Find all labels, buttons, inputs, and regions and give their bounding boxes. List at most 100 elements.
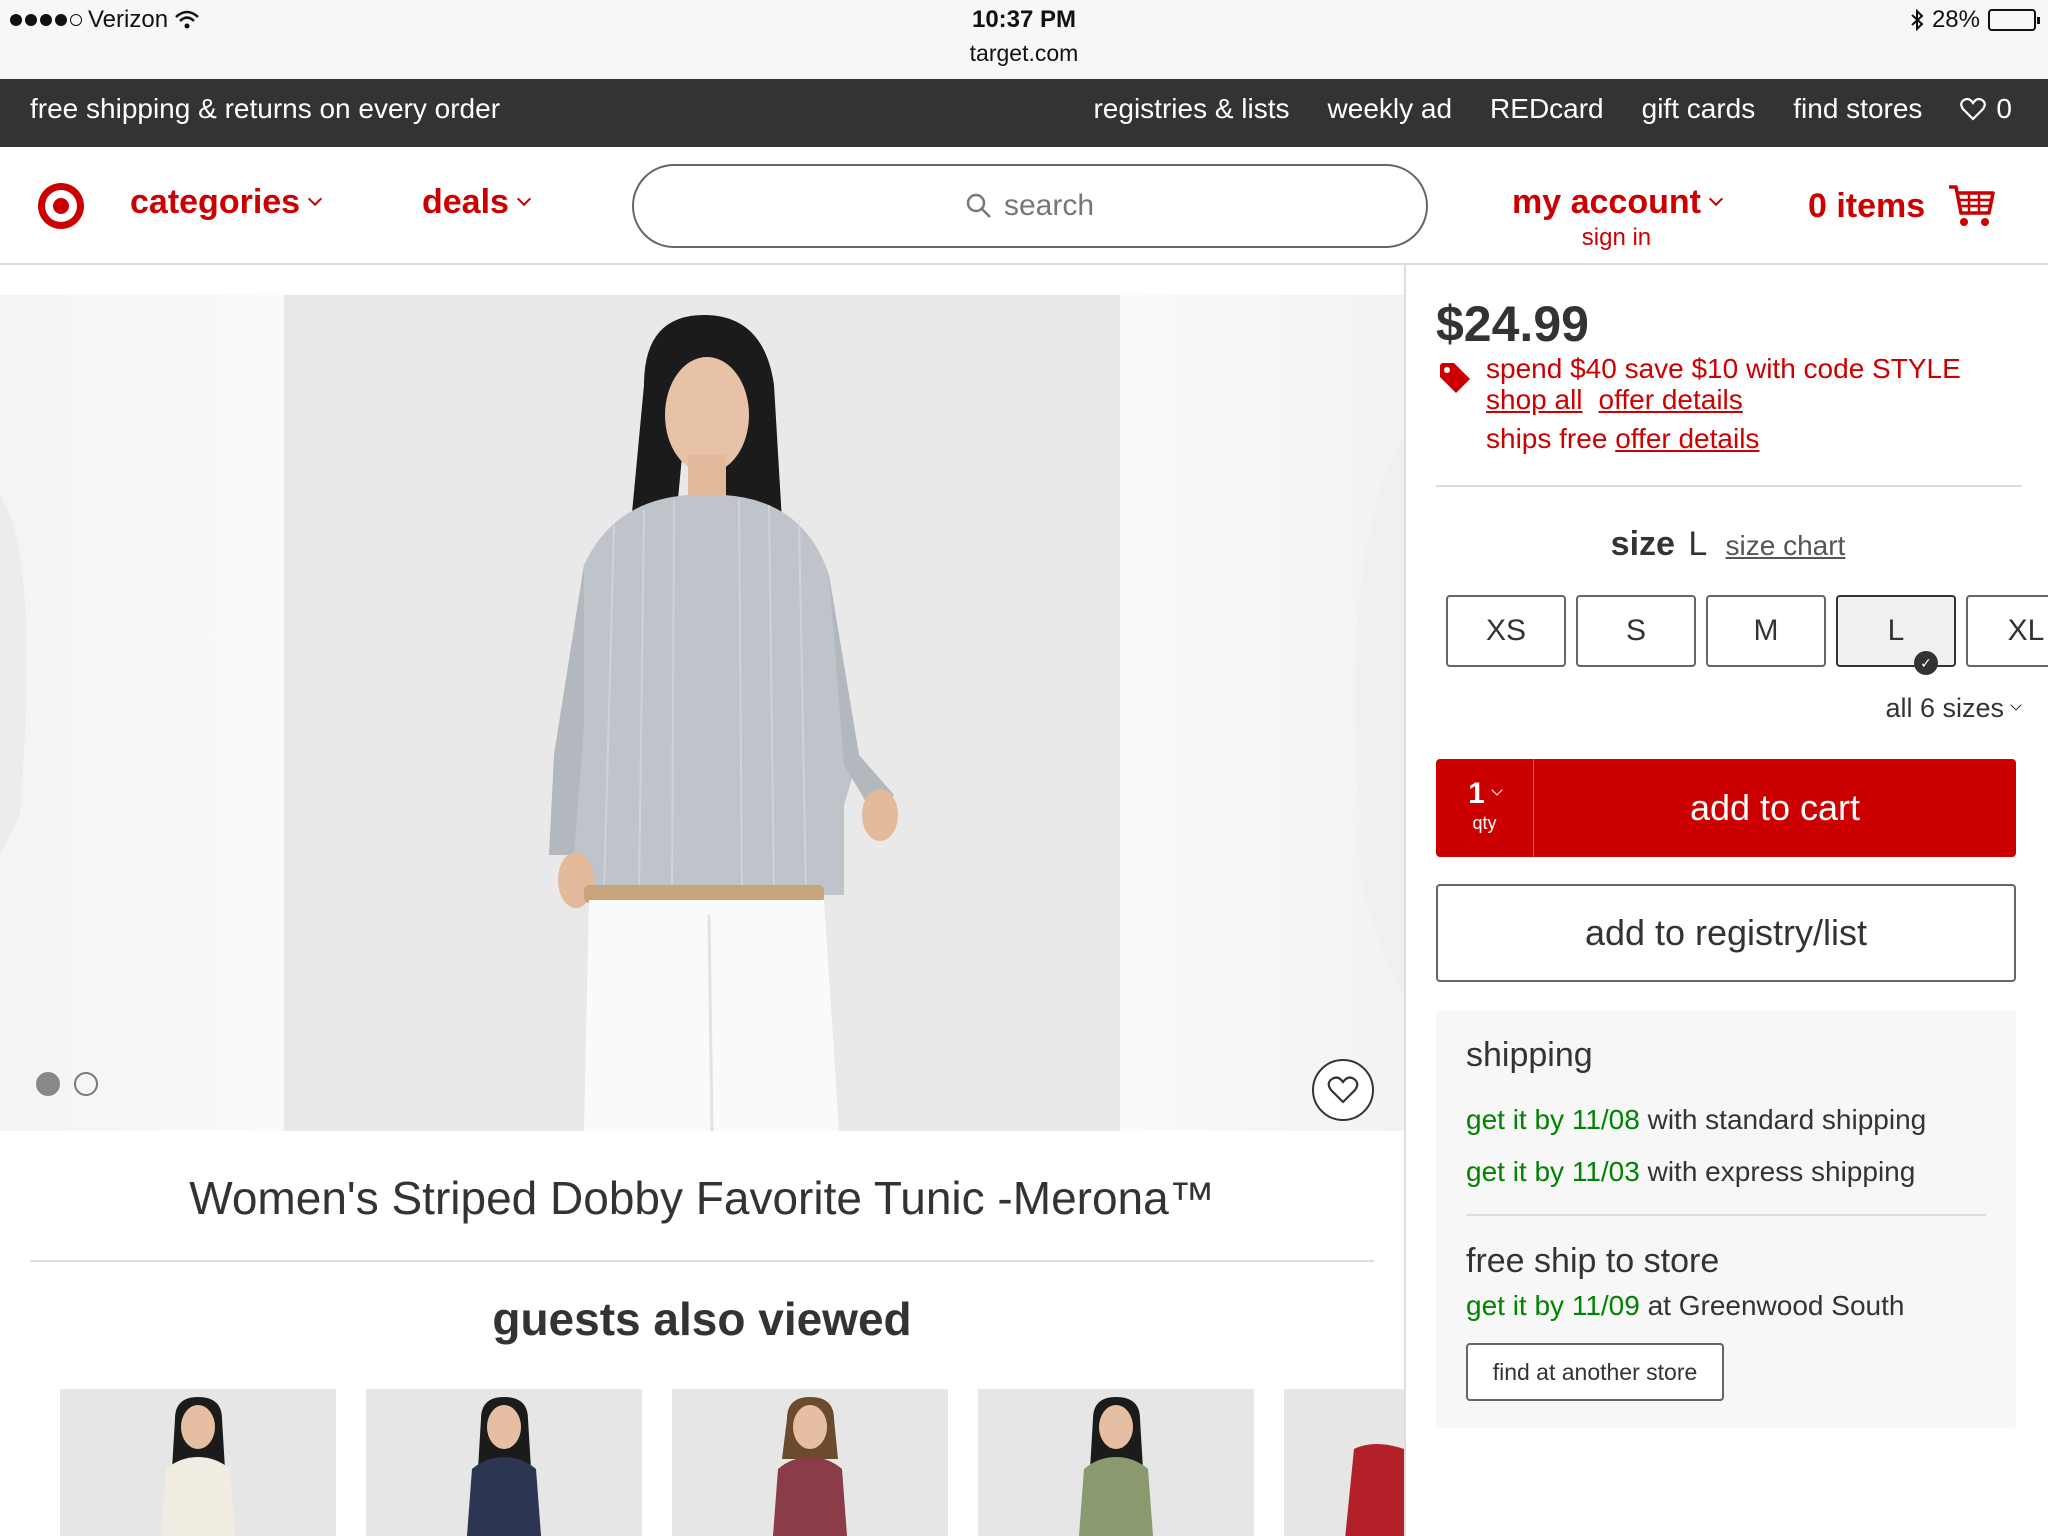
size-option-l[interactable]: L: [1836, 595, 1956, 667]
shipping-heading: shipping: [1466, 1036, 1593, 1074]
search-placeholder: search: [1003, 189, 1095, 222]
standard-date: get it by 11/08: [1466, 1104, 1640, 1135]
model-photo: [284, 295, 1120, 1131]
quantity-selector[interactable]: 1 qty: [1436, 759, 1534, 857]
ship-to-store-heading: free ship to store: [1466, 1242, 1720, 1280]
account-menu[interactable]: my account sign in: [1512, 183, 1724, 252]
product-thumbnail: [978, 1389, 1254, 1536]
size-chart-link[interactable]: size chart: [1726, 530, 1846, 561]
site-header: categories deals search my account sign …: [0, 147, 2048, 265]
ships-offer-details-link[interactable]: offer details: [1615, 423, 1759, 454]
product-thumbnail: [672, 1389, 948, 1536]
all-sizes-toggle[interactable]: all 6 sizes: [1885, 693, 2022, 724]
add-favorite-button[interactable]: [1312, 1059, 1374, 1121]
also-viewed-item[interactable]: [672, 1389, 948, 1536]
search-icon: [966, 193, 991, 218]
utility-bar: free shipping & returns on every order r…: [0, 79, 2048, 147]
quantity-label: qty: [1472, 813, 1497, 833]
store-pickup-line: get it by 11/09 at Greenwood South: [1466, 1290, 1904, 1322]
chevron-down-icon: [1708, 191, 1724, 206]
cart-button[interactable]: 0 items: [1808, 183, 1995, 229]
carousel-pager: [36, 1072, 98, 1096]
checkmark-icon: ✓: [1914, 651, 1938, 675]
utility-links: registries & lists weekly ad REDcard gif…: [1093, 93, 2012, 125]
promo-offer: spend $40 save $10 with code STYLE: [1486, 353, 1961, 384]
add-to-cart-button[interactable]: 1 qty add to cart: [1436, 759, 2016, 857]
divider: [1436, 485, 2022, 487]
express-text: with express shipping: [1647, 1156, 1916, 1187]
also-viewed-item[interactable]: [1284, 1389, 1404, 1536]
also-viewed-item[interactable]: [60, 1389, 336, 1536]
ios-status-bar: Verizon 10:37 PM target.com 28%: [0, 0, 2048, 80]
find-stores-link[interactable]: find stores: [1793, 93, 1922, 125]
add-to-cart-label: add to cart: [1689, 787, 1861, 828]
pager-dot-active[interactable]: [36, 1072, 60, 1096]
next-image[interactable]: [1120, 295, 1404, 1131]
find-another-store-button[interactable]: find at another store: [1466, 1343, 1724, 1401]
gift-cards-link[interactable]: gift cards: [1642, 93, 1756, 125]
address-bar[interactable]: target.com: [0, 40, 2048, 67]
also-viewed-item[interactable]: [978, 1389, 1254, 1536]
size-option-xs[interactable]: XS: [1446, 595, 1566, 667]
store-text: at Greenwood South: [1647, 1290, 1905, 1321]
divider: [1466, 1214, 1986, 1216]
clock: 10:37 PM: [971, 6, 1077, 33]
weekly-ad-link[interactable]: weekly ad: [1328, 93, 1453, 125]
size-selector-label: size L size chart: [1406, 525, 2048, 564]
store-date: get it by 11/09: [1466, 1290, 1640, 1321]
standard-text: with standard shipping: [1647, 1104, 1927, 1135]
battery-percent: 28%: [1931, 6, 1980, 33]
price: $24.99: [1436, 296, 1589, 352]
ships-free-label: ships free: [1486, 423, 1608, 454]
product-thumbnail: [1284, 1389, 1404, 1536]
size-option-label: L: [1887, 614, 1905, 647]
categories-menu[interactable]: categories: [130, 183, 323, 222]
heart-icon: [1327, 1076, 1359, 1104]
selected-size: L: [1688, 525, 1707, 563]
bluetooth-icon: [1911, 9, 1924, 31]
size-label: size: [1610, 525, 1675, 563]
express-date: get it by 11/03: [1466, 1156, 1640, 1187]
image-carousel[interactable]: [0, 295, 1404, 1131]
offer-details-link[interactable]: offer details: [1599, 384, 1743, 416]
deals-label: deals: [422, 183, 509, 221]
favorites-link[interactable]: 0: [1960, 93, 2012, 125]
also-viewed-carousel: [60, 1389, 1404, 1536]
size-option-xl[interactable]: XL: [1966, 595, 2048, 667]
product-media-panel: Women's Striped Dobby Favorite Tunic -Me…: [0, 265, 1404, 1536]
divider: [30, 1260, 1374, 1262]
sign-in-link[interactable]: sign in: [1512, 224, 1721, 252]
registries-link[interactable]: registries & lists: [1093, 93, 1289, 125]
guests-also-viewed-heading: guests also viewed: [492, 1293, 912, 1345]
standard-shipping-line: get it by 11/08 with standard shipping: [1466, 1104, 1926, 1136]
heart-icon: [1960, 97, 1987, 121]
free-shipping-message: free shipping & returns on every order: [30, 93, 501, 124]
chevron-down-icon: [1491, 784, 1503, 796]
shipping-info: shipping get it by 11/08 with standard s…: [1436, 1010, 2016, 1428]
size-option-s[interactable]: S: [1576, 595, 1696, 667]
size-options: XS S M L XL: [1446, 595, 2048, 669]
add-to-registry-button[interactable]: add to registry/list: [1436, 884, 2016, 982]
chevron-down-icon: [308, 191, 323, 206]
sleeve-image: [0, 495, 27, 855]
promo-links: shop all offer details: [1486, 384, 1743, 416]
favorites-count: 0: [1996, 93, 2012, 124]
pager-dot[interactable]: [74, 1072, 98, 1096]
all-sizes-label: all 6 sizes: [1885, 693, 2004, 723]
page: Verizon 10:37 PM target.com 28% free shi…: [0, 0, 2048, 1536]
size-option-m[interactable]: M: [1706, 595, 1826, 667]
search-input[interactable]: search: [632, 164, 1428, 248]
redcard-link[interactable]: REDcard: [1490, 93, 1604, 125]
ships-free-message: ships free offer details: [1486, 423, 1759, 455]
quantity-value: 1: [1468, 777, 1485, 810]
battery-icon: [1988, 9, 2040, 31]
also-viewed-item[interactable]: [366, 1389, 642, 1536]
product-thumbnail: [60, 1389, 336, 1536]
categories-label: categories: [130, 183, 301, 221]
shop-all-link[interactable]: shop all: [1486, 384, 1583, 416]
previous-image[interactable]: [0, 295, 284, 1131]
cart-count: 0 items: [1808, 186, 1926, 225]
target-logo[interactable]: [38, 183, 84, 229]
chevron-down-icon: [2010, 698, 2022, 711]
deals-menu[interactable]: deals: [422, 183, 532, 222]
